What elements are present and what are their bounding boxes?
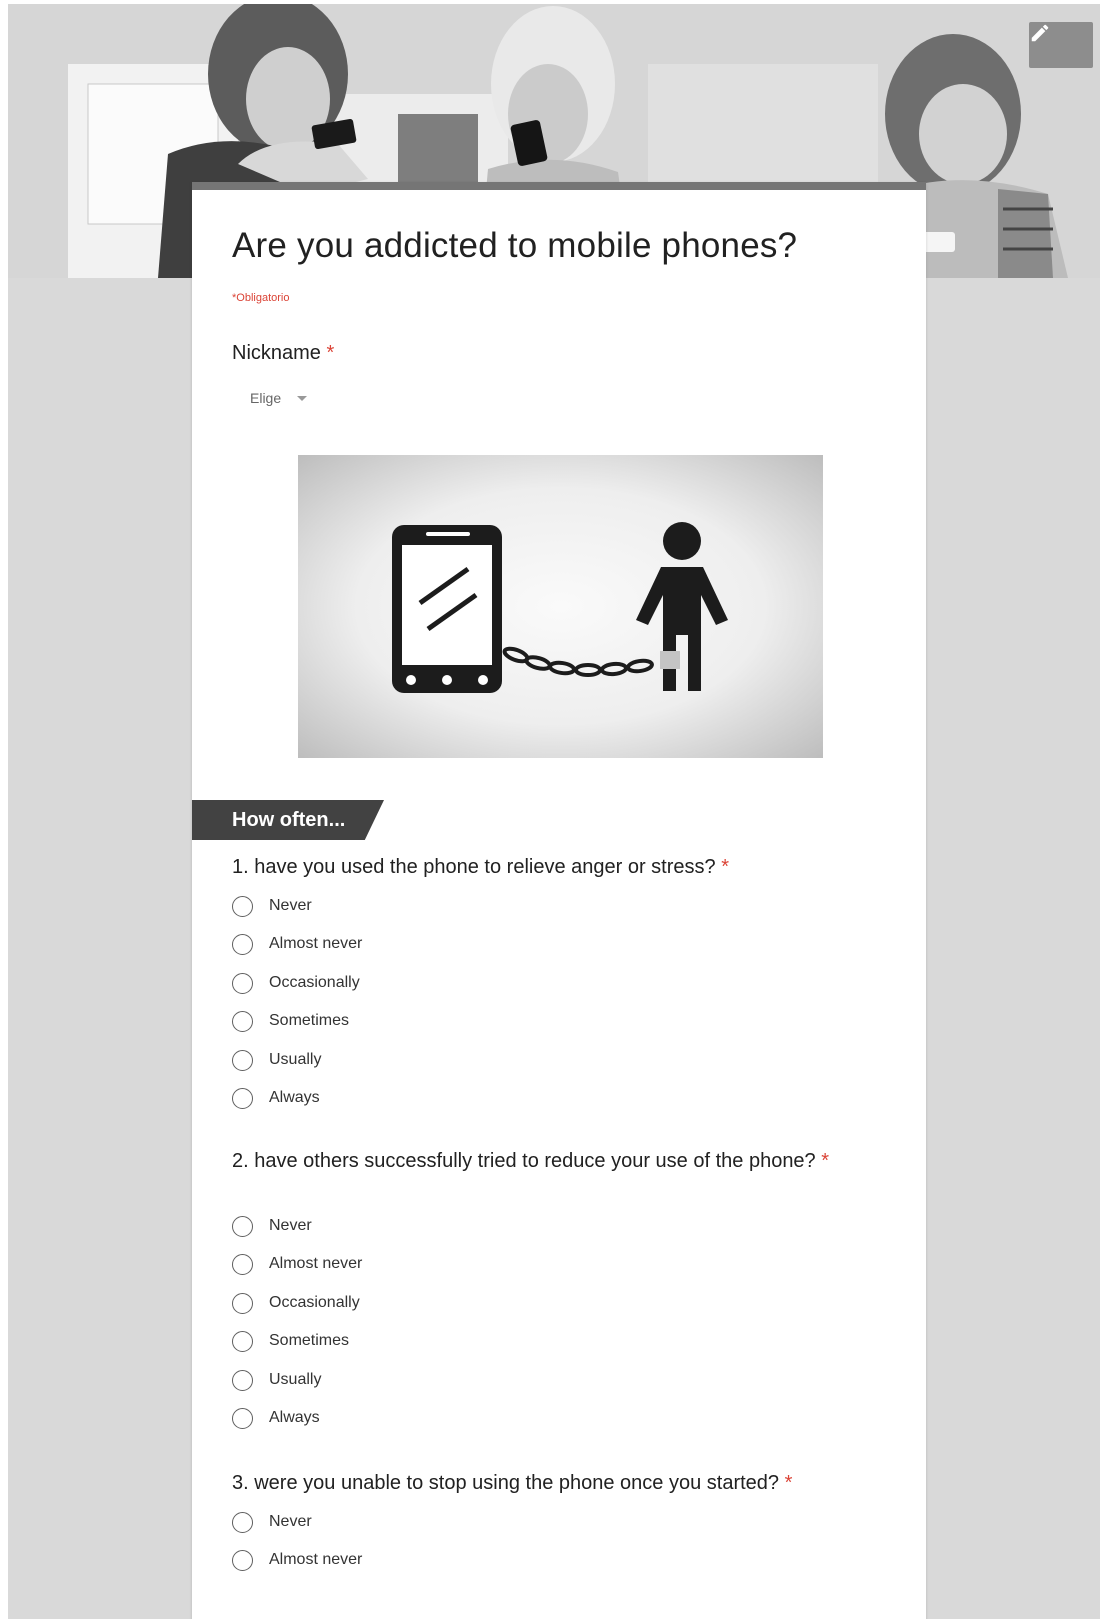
q2-option-always[interactable]: Always	[232, 1406, 320, 1430]
radio-button[interactable]	[232, 1330, 253, 1352]
form-title: Are you addicted to mobile phones?	[232, 226, 798, 265]
pencil-icon	[1031, 24, 1049, 42]
radio-button[interactable]	[232, 1369, 253, 1391]
q2-option-sometimes[interactable]: Sometimes	[232, 1329, 349, 1353]
nickname-dropdown[interactable]: Elige	[250, 386, 308, 410]
required-star: *	[821, 1150, 830, 1172]
option-label: Almost never	[269, 935, 363, 952]
radio-button[interactable]	[232, 1292, 253, 1314]
radio-button[interactable]	[232, 895, 253, 917]
option-label: Always	[269, 1089, 320, 1106]
question-2-text: 2. have others successfully tried to red…	[232, 1150, 816, 1172]
radio-button[interactable]	[232, 1511, 253, 1533]
required-star: *	[326, 342, 335, 364]
option-label: Sometimes	[269, 1012, 350, 1029]
option-label: Never	[269, 897, 312, 914]
form-page: Are you addicted to mobile phones? *Obli…	[8, 4, 1100, 1619]
radio-button[interactable]	[232, 1215, 253, 1237]
q1-option-sometimes[interactable]: Sometimes	[232, 1009, 349, 1033]
option-label: Occasionally	[269, 974, 360, 991]
q1-option-usually[interactable]: Usually	[232, 1048, 321, 1072]
radio-button[interactable]	[232, 1253, 253, 1275]
q2-option-occasionally[interactable]: Occasionally	[232, 1291, 360, 1315]
required-star: *	[721, 856, 730, 878]
radio-button[interactable]	[232, 972, 253, 994]
required-star: *	[784, 1472, 793, 1494]
nickname-dropdown-value: Elige	[250, 390, 282, 406]
required-note: *Obligatorio	[232, 292, 290, 304]
q3-option-never[interactable]: Never	[232, 1510, 312, 1534]
q2-option-usually[interactable]: Usually	[232, 1368, 321, 1392]
q1-option-always[interactable]: Always	[232, 1086, 320, 1110]
question-1-label: 1. have you used the phone to relieve an…	[232, 854, 729, 880]
section-header: How often...	[192, 800, 384, 840]
option-label: Almost never	[269, 1255, 363, 1272]
q1-option-almost-never[interactable]: Almost never	[232, 932, 362, 956]
option-label: Never	[269, 1217, 312, 1234]
option-label: Usually	[269, 1371, 322, 1388]
form-card: Are you addicted to mobile phones? *Obli…	[192, 182, 926, 1619]
q1-option-never[interactable]: Never	[232, 894, 312, 918]
question-3-text: 3. were you unable to stop using the pho…	[232, 1472, 780, 1494]
edit-header-button[interactable]	[1029, 22, 1093, 68]
radio-button[interactable]	[232, 1087, 253, 1109]
nickname-label: Nickname *	[232, 340, 334, 366]
phone-chained-to-person-icon	[392, 522, 728, 693]
q2-option-almost-never[interactable]: Almost never	[232, 1252, 362, 1276]
question-1-text: 1. have you used the phone to relieve an…	[232, 856, 716, 878]
option-label: Never	[269, 1513, 312, 1530]
radio-button[interactable]	[232, 1010, 253, 1032]
chevron-down-icon	[297, 395, 308, 401]
q3-option-almost-never[interactable]: Almost never	[232, 1548, 362, 1572]
question-3-label: 3. were you unable to stop using the pho…	[232, 1470, 792, 1496]
option-label: Always	[269, 1409, 320, 1426]
option-label: Almost never	[269, 1551, 363, 1568]
radio-button[interactable]	[232, 1407, 253, 1429]
nickname-label-text: Nickname	[232, 342, 321, 364]
question-2-label: 2. have others successfully tried to red…	[232, 1148, 832, 1174]
option-label: Sometimes	[269, 1332, 350, 1349]
radio-button[interactable]	[232, 933, 253, 955]
option-label: Usually	[269, 1051, 322, 1068]
option-label: Occasionally	[269, 1294, 360, 1311]
phone-addiction-illustration	[298, 455, 823, 758]
q1-option-occasionally[interactable]: Occasionally	[232, 971, 360, 995]
radio-button[interactable]	[232, 1549, 253, 1571]
section-title: How often...	[232, 808, 346, 831]
radio-button[interactable]	[232, 1049, 253, 1071]
q2-option-never[interactable]: Never	[232, 1214, 312, 1238]
